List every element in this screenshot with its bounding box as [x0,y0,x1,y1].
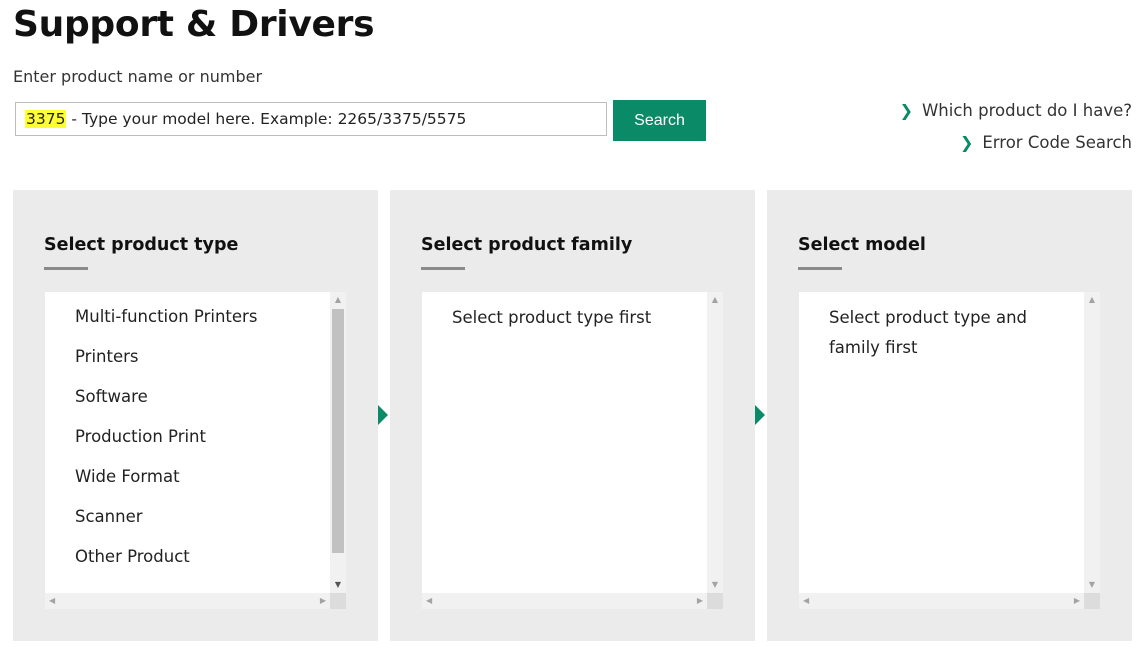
scroll-down-arrow-icon[interactable]: ▼ [707,581,723,589]
heading-underline [798,267,842,270]
product-family-panel: Select product family Select product typ… [390,190,755,641]
which-product-link[interactable]: ❯ Which product do I have? [900,101,1132,120]
step-arrow-icon [378,405,388,425]
scroll-down-arrow-icon[interactable]: ▼ [330,581,346,589]
list-item-scanner[interactable]: Scanner [75,505,330,545]
search-input-highlight: 3375 [25,110,67,128]
vertical-scrollbar[interactable]: ▲ ▼ [1084,292,1100,593]
horizontal-scrollbar[interactable]: ◀ ▶ [422,593,707,609]
model-panel: Select model Select product type and fam… [767,190,1132,641]
horizontal-scrollbar[interactable]: ◀ ▶ [799,593,1084,609]
scrollbar-corner [1084,593,1100,609]
model-placeholder-line-2: family first [829,338,918,357]
scrollbar-corner [707,593,723,609]
list-item-software[interactable]: Software [75,385,330,425]
search-input[interactable]: 3375 - Type your model here. Example: 22… [15,102,607,136]
scrollbar-corner [330,593,346,609]
list-item-wide-format[interactable]: Wide Format [75,465,330,505]
search-input-text: - Type your model here. Example: 2265/33… [66,110,467,128]
model-heading: Select model [798,235,926,255]
scroll-left-arrow-icon[interactable]: ◀ [49,597,55,605]
scroll-left-arrow-icon[interactable]: ◀ [426,597,432,605]
which-product-link-label: Which product do I have? [921,101,1132,120]
vertical-scrollbar[interactable]: ▲ ▼ [330,292,346,593]
model-list[interactable]: Select product type and family first ▲ ▼… [799,292,1100,609]
model-placeholder-line-1: Select product type and [829,308,1027,327]
list-item-printers[interactable]: Printers [75,345,330,385]
error-code-search-link[interactable]: ❯ Error Code Search [960,133,1132,152]
scrollbar-thumb[interactable] [332,309,344,553]
scroll-right-arrow-icon[interactable]: ▶ [1074,597,1080,605]
product-family-placeholder: Select product type first [452,308,652,327]
search-label: Enter product name or number [13,67,263,86]
list-item-other-product[interactable]: Other Product [75,545,330,585]
scroll-right-arrow-icon[interactable]: ▶ [697,597,703,605]
scroll-right-arrow-icon[interactable]: ▶ [320,597,326,605]
horizontal-scrollbar[interactable]: ◀ ▶ [45,593,330,609]
page-title: Support & Drivers [13,4,375,45]
heading-underline [44,267,88,270]
error-code-search-link-label: Error Code Search [982,133,1132,152]
scroll-up-arrow-icon[interactable]: ▲ [330,296,346,304]
product-family-heading: Select product family [421,235,633,255]
scroll-left-arrow-icon[interactable]: ◀ [803,597,809,605]
search-button[interactable]: Search [613,100,706,141]
chevron-right-icon: ❯ [959,133,974,152]
product-type-heading: Select product type [44,235,239,255]
step-arrow-icon [755,405,765,425]
product-family-list[interactable]: Select product type first ▲ ▼ ◀ ▶ [422,292,723,609]
product-type-list[interactable]: Multi-function Printers Printers Softwar… [45,292,346,609]
chevron-right-icon: ❯ [899,101,913,120]
heading-underline [421,267,465,270]
scroll-up-arrow-icon[interactable]: ▲ [1084,296,1100,304]
list-item-multi-function-printers[interactable]: Multi-function Printers [75,305,330,345]
vertical-scrollbar[interactable]: ▲ ▼ [707,292,723,593]
list-item-production-print[interactable]: Production Print [75,425,330,465]
scroll-up-arrow-icon[interactable]: ▲ [707,296,723,304]
product-type-panel: Select product type Multi-function Print… [13,190,378,641]
scroll-down-arrow-icon[interactable]: ▼ [1084,581,1100,589]
